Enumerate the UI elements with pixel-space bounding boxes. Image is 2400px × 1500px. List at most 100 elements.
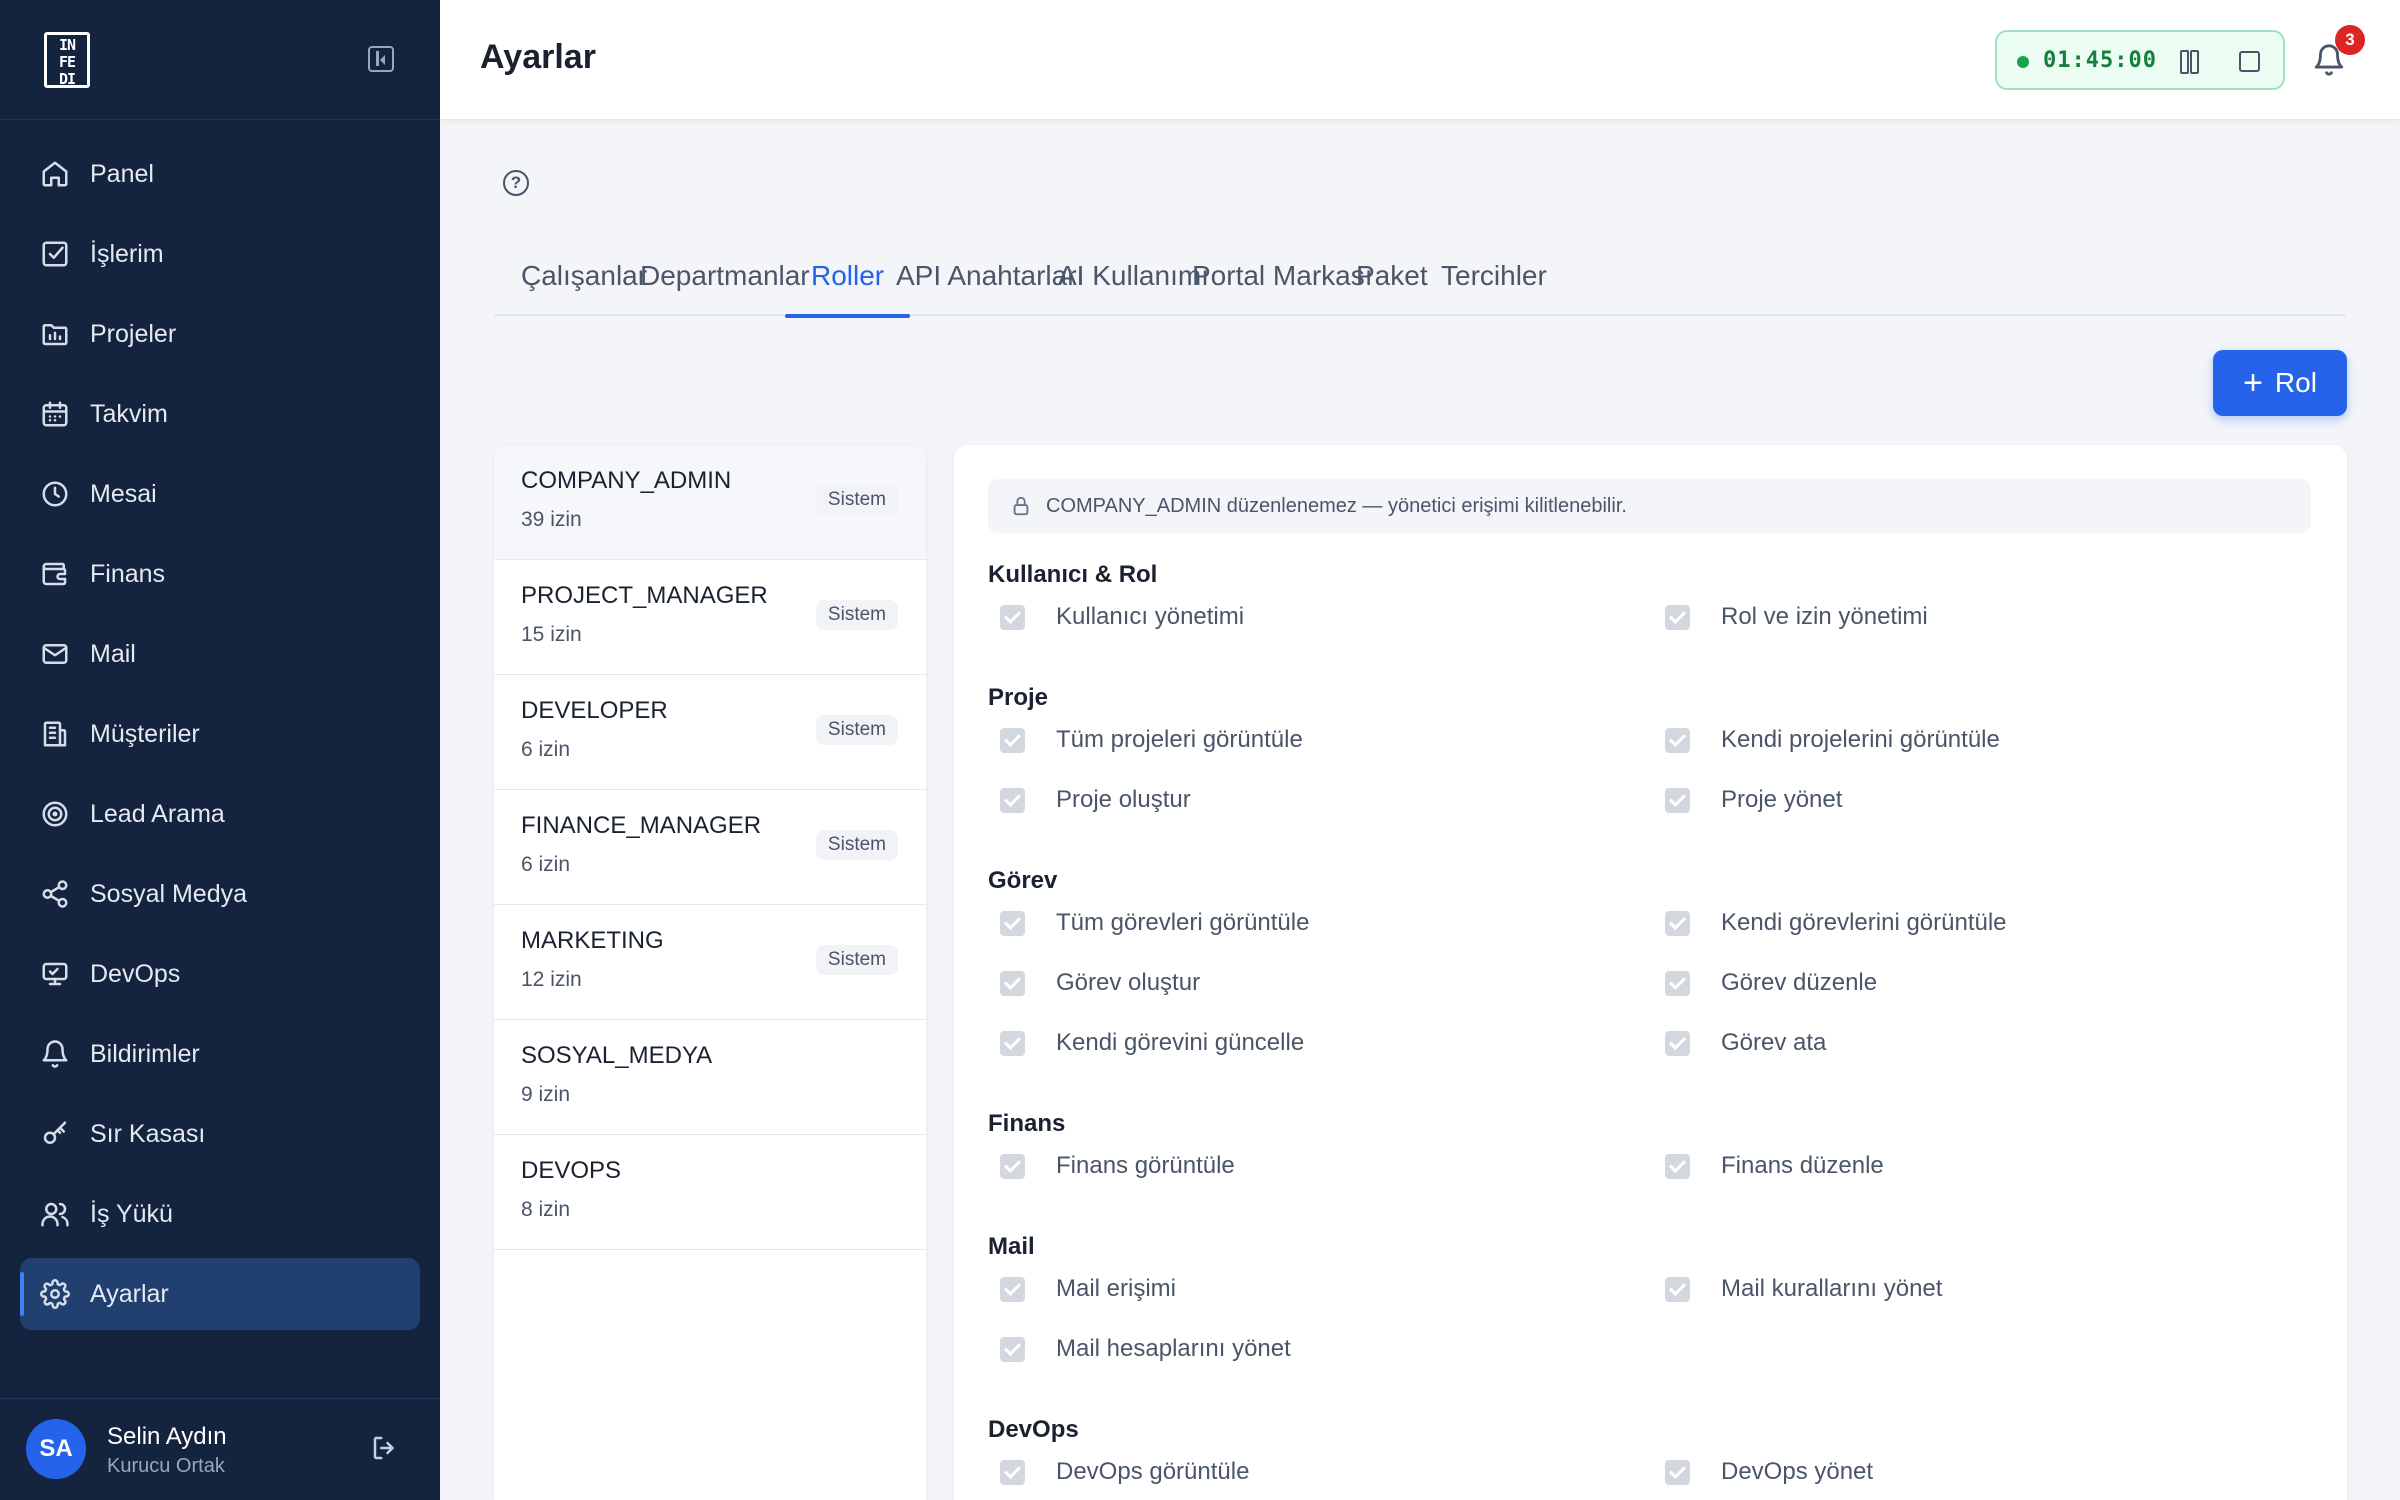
permission-label: Kendi görevini güncelle: [1056, 1029, 1305, 1056]
sidebar-item-ayarlar[interactable]: Ayarlar: [20, 1258, 420, 1330]
role-item[interactable]: DEVOPS 8 izin: [494, 1135, 926, 1250]
sidebar: IN FE DI Panel İşlerim Projeler Takvim Mesai…: [0, 0, 440, 1500]
permission-checkbox[interactable]: [1000, 604, 1025, 630]
permission-group-mail: Mail Mail erişimi Mail kurallarını yönet Ma…: [988, 1233, 2328, 1393]
permission-item: Kullanıcı yönetimi: [988, 597, 1244, 637]
sidebar-item-label: Projeler: [90, 319, 177, 348]
home-icon: [40, 159, 70, 189]
permission-checkbox[interactable]: [1000, 970, 1025, 996]
role-permission-count: 9 izin: [521, 1083, 571, 1106]
permission-checkbox[interactable]: [1000, 910, 1025, 936]
help-icon[interactable]: ?: [503, 170, 529, 196]
role-name: PROJECT_MANAGER: [521, 582, 768, 609]
system-badge: Sistem: [815, 485, 898, 515]
role-item[interactable]: SOSYAL_MEDYA 9 izin: [494, 1020, 926, 1135]
permission-label: Görev düzenle: [1721, 969, 1878, 996]
permission-group-gorev: Görev Tüm görevleri görüntüle Kendi görevl…: [988, 867, 2328, 1087]
role-item[interactable]: FINANCE_MANAGER 6 izin Sistem: [494, 790, 926, 905]
tab-roller[interactable]: Roller: [784, 260, 911, 318]
role-name: FINANCE_MANAGER: [521, 812, 762, 839]
permission-label: Görev oluştur: [1056, 969, 1201, 996]
page-title: Ayarlar: [480, 38, 596, 76]
sidebar-item-label: Mesai: [90, 479, 157, 508]
sidebar-item-panel[interactable]: Panel: [20, 138, 420, 210]
sidebar-item-takvim[interactable]: Takvim: [20, 378, 420, 450]
sidebar-item-lead-arama[interactable]: Lead Arama: [20, 778, 420, 850]
system-badge: Sistem: [815, 600, 898, 630]
tab-tercihler[interactable]: Tercihler: [1441, 260, 1547, 316]
permission-checkbox[interactable]: [1000, 1153, 1025, 1179]
permission-checkbox[interactable]: [1665, 1459, 1690, 1485]
tab-portal-markasi[interactable]: Portal Markası: [1192, 260, 1373, 316]
permission-checkbox[interactable]: [1665, 787, 1690, 813]
permission-item: Görev oluştur: [988, 963, 1200, 1003]
users-icon: [40, 1199, 70, 1229]
role-item[interactable]: MARKETING 12 izin Sistem: [494, 905, 926, 1020]
sidebar-item-mesai[interactable]: Mesai: [20, 458, 420, 530]
bell-icon: [40, 1039, 70, 1069]
role-name: COMPANY_ADMIN: [521, 467, 732, 494]
permission-checkbox[interactable]: [1665, 727, 1690, 753]
permission-checkbox[interactable]: [1665, 970, 1690, 996]
locked-notice-text: COMPANY_ADMIN düzenlenemez — yönetici er…: [1046, 494, 1627, 517]
monitor-icon: [40, 959, 70, 989]
permission-checkbox[interactable]: [1000, 727, 1025, 753]
sidebar-item-finans[interactable]: Finans: [20, 538, 420, 610]
tab-calisanlar[interactable]: Çalışanlar: [521, 260, 647, 316]
permission-checkbox[interactable]: [1000, 1276, 1025, 1302]
add-role-button[interactable]: + Rol: [2213, 350, 2347, 416]
sidebar-item-musteriler[interactable]: Müşteriler: [20, 698, 420, 770]
plus-icon: +: [2243, 364, 2263, 402]
role-item[interactable]: PROJECT_MANAGER 15 izin Sistem: [494, 560, 926, 675]
stop-icon[interactable]: [2239, 51, 2260, 72]
tab-api-anahtarlari[interactable]: API Anahtarları: [896, 260, 1084, 316]
permission-item: Tüm görevleri görüntüle: [988, 903, 1309, 943]
role-item[interactable]: DEVELOPER 6 izin Sistem: [494, 675, 926, 790]
sidebar-item-sosyal-medya[interactable]: Sosyal Medya: [20, 858, 420, 930]
role-permission-count: 6 izin: [521, 853, 571, 876]
permission-checkbox[interactable]: [1665, 1153, 1690, 1179]
permission-item: Finans görüntüle: [988, 1146, 1235, 1186]
permission-checkbox[interactable]: [1000, 1030, 1025, 1056]
role-item[interactable]: COMPANY_ADMIN 39 izin Sistem: [494, 445, 926, 560]
sidebar-item-devops[interactable]: DevOps: [20, 938, 420, 1010]
permission-checkbox[interactable]: [1665, 604, 1690, 630]
permission-group-devops: DevOps DevOps görüntüle DevOps yönet: [988, 1416, 2328, 1500]
permission-label: Finans düzenle: [1721, 1152, 1884, 1179]
permission-label: DevOps yönet: [1721, 1458, 1874, 1485]
avatar[interactable]: SA: [26, 1419, 86, 1479]
sidebar-item-sir-kasasi[interactable]: Sır Kasası: [20, 1098, 420, 1170]
tab-paket[interactable]: Paket: [1356, 260, 1428, 316]
permission-group-title: Finans: [988, 1110, 1066, 1137]
pause-icon[interactable]: [2180, 50, 2200, 74]
permission-checkbox[interactable]: [1000, 1336, 1025, 1362]
sidebar-item-mail[interactable]: Mail: [20, 618, 420, 690]
permission-checkbox[interactable]: [1665, 910, 1690, 936]
permission-checkbox[interactable]: [1665, 1276, 1690, 1302]
key-icon: [40, 1119, 70, 1149]
sidebar-item-islerim[interactable]: İşlerim: [20, 218, 420, 290]
permission-group-title: Görev: [988, 867, 1058, 894]
clock-icon: [40, 479, 70, 509]
sidebar-item-projeler[interactable]: Projeler: [20, 298, 420, 370]
role-permission-count: 6 izin: [521, 738, 571, 761]
permission-checkbox[interactable]: [1665, 1030, 1690, 1056]
logout-icon[interactable]: [370, 1433, 400, 1463]
sidebar-item-bildirimler[interactable]: Bildirimler: [20, 1018, 420, 1090]
logo[interactable]: IN FE DI: [44, 32, 90, 88]
permission-item: Proje oluştur: [988, 780, 1191, 820]
collapse-sidebar-icon[interactable]: [368, 46, 394, 72]
permission-label: DevOps görüntüle: [1056, 1458, 1250, 1485]
tab-ai-kullanimi[interactable]: AI Kullanımı: [1058, 260, 1209, 316]
permission-item: Kendi görevlerini görüntüle: [1653, 903, 2007, 943]
timer-status-dot: [2017, 56, 2029, 68]
sidebar-item-is-yuku[interactable]: İş Yükü: [20, 1178, 420, 1250]
permission-label: Rol ve izin yönetimi: [1721, 603, 1928, 630]
permission-item: Finans düzenle: [1653, 1146, 1884, 1186]
permission-label: Tüm görevleri görüntüle: [1056, 909, 1310, 936]
mail-icon: [40, 639, 70, 669]
permission-checkbox[interactable]: [1000, 1459, 1025, 1485]
permission-checkbox[interactable]: [1000, 787, 1025, 813]
tab-departmanlar[interactable]: Departmanlar: [640, 260, 810, 316]
folder-chart-icon: [40, 319, 70, 349]
